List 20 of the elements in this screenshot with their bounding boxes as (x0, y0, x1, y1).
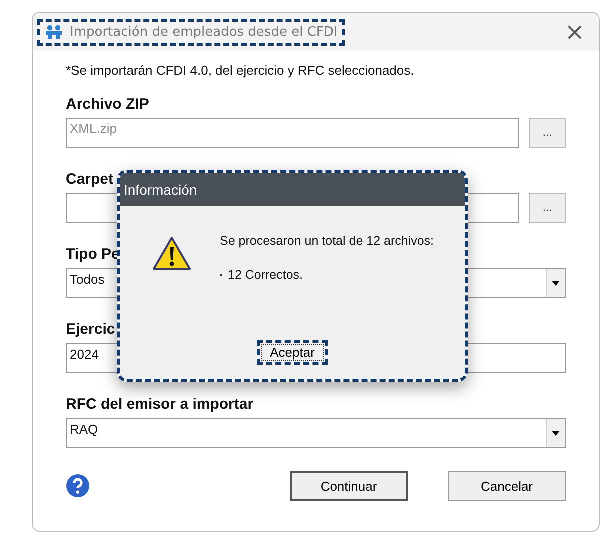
field-label: Carpet (66, 171, 115, 189)
message-text: Se procesaron un total de 12 archivos: (220, 234, 434, 248)
field-label: RFC del emisor a importar (66, 396, 255, 414)
dialog-button[interactable]: Cancelar (448, 471, 566, 501)
accept-button[interactable]: Aceptar (257, 340, 328, 365)
browse-button[interactable]: ... (529, 118, 566, 148)
people-icon (44, 25, 64, 39)
note-text: *Se importarán CFDI 4.0, del ejercicio y RFC seleccionados. (66, 63, 416, 79)
close-button[interactable]: × (556, 20, 593, 44)
message-title: Información (124, 182, 198, 198)
path-field[interactable]: XML.zip (66, 118, 519, 148)
dropdown-field[interactable]: RAQ (66, 418, 566, 448)
result-text: 12 Correctos. (228, 268, 304, 282)
browse-button[interactable]: ... (529, 193, 566, 223)
warning-icon (152, 236, 192, 272)
window-title: Importación de empleados desde el CFDI (70, 24, 338, 40)
field-label: Ejercic (66, 321, 116, 339)
field-label: Archivo ZIP (66, 96, 150, 114)
dialog-button[interactable]: Continuar (290, 471, 408, 501)
help-icon[interactable] (66, 474, 90, 498)
